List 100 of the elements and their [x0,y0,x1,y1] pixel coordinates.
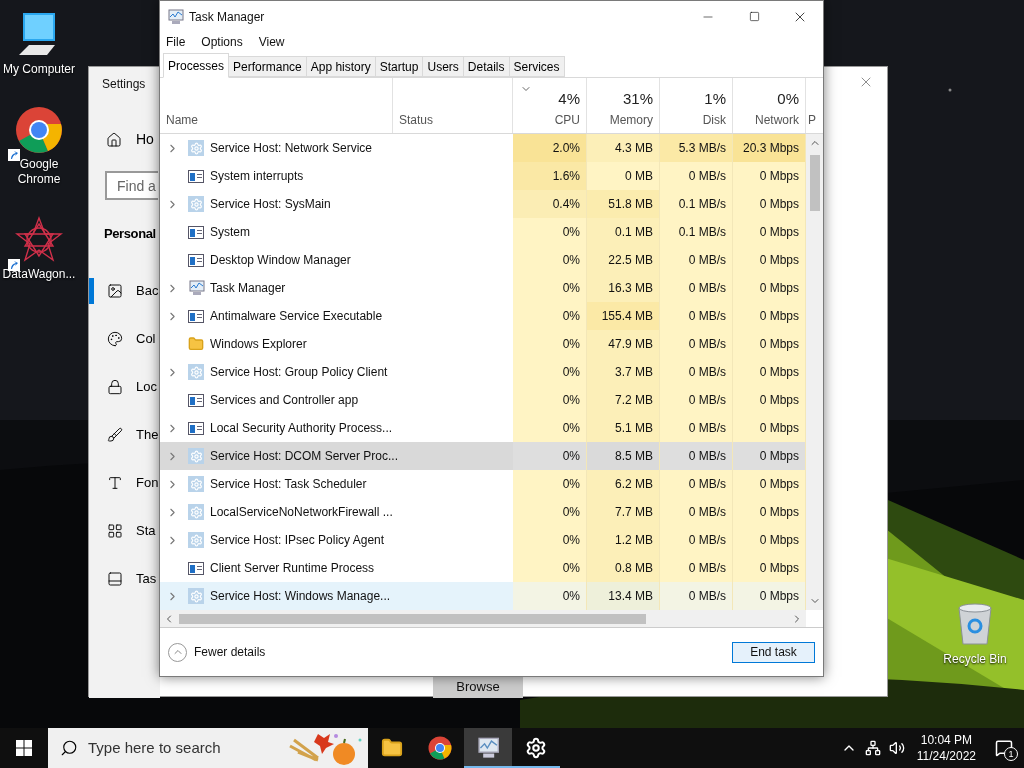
browse-button[interactable]: Browse [433,676,523,698]
letters-icon [107,475,123,491]
column-header[interactable]: Memory [609,111,653,129]
process-row[interactable]: Antimalware Service Executable 0% 155.4 MB 0 MB/s 0 Mbps [160,302,806,330]
nav-item[interactable]: Col [136,329,156,349]
monitor-chart-icon [476,737,500,759]
process-row[interactable]: System interrupts 1.6% 0 MB 0 MB/s 0 Mbps [160,162,806,190]
usage-cell: 6.2 MB [587,470,660,498]
process-row[interactable]: Services and Controller app 0% 7.2 MB 0 MB/s 0 Mbps [160,386,806,414]
end-task-button[interactable]: End task [732,641,815,663]
column-header[interactable]: Network [755,111,799,129]
tab[interactable]: App history [306,56,376,77]
column-header[interactable]: CPU [554,111,580,129]
window-icon [188,421,204,435]
windows-logo-icon [16,740,32,756]
nav-link[interactable]: Ho [136,129,154,150]
column-header[interactable]: Name [166,111,386,129]
usage-cell: 5.3 MB/s [660,134,733,162]
process-name: Windows Explorer [210,336,307,353]
horizontal-scrollbar[interactable] [160,610,806,627]
gear-icon [188,588,204,604]
search-box[interactable]: Type here to search [48,728,368,768]
usage-cell: 20.3 Mbps [733,134,806,162]
usage-cell: 0% [513,218,587,246]
palette-icon [107,331,123,347]
nav-item[interactable]: Tas [136,569,157,589]
menu-item[interactable]: Options [201,33,243,51]
tab[interactable]: Startup [375,56,424,77]
process-row[interactable]: Service Host: Network Service 2.0% 4.3 MB 5.3 MB/s 20.3 Mbps [160,134,806,162]
process-row[interactable]: Service Host: DCOM Server Proc... 0% 8.5 MB 0 MB/s 0 Mbps [160,442,806,470]
volume-icon[interactable] [888,740,905,756]
tab[interactable]: Details [463,56,510,77]
nav-item[interactable]: Loc [136,377,157,397]
process-row[interactable]: Service Host: IPsec Policy Agent 0% 1.2 MB 0 MB/s 0 Mbps [160,526,806,554]
process-name: Service Host: IPsec Policy Agent [210,532,385,549]
scroll-thumb[interactable] [809,155,820,211]
vertical-scrollbar[interactable] [806,134,823,610]
desktop-icon-label[interactable]: Google Chrome [0,157,78,187]
home-icon[interactable] [106,131,122,148]
search-field[interactable]: Find a [105,171,158,200]
tab[interactable]: Users [423,56,464,77]
process-row[interactable]: LocalServiceNoNetworkFirewall ... 0% 7.7 MB 0 MB/s 0 Mbps [160,498,806,526]
column-usage: 1% [704,90,726,108]
process-row[interactable]: System 0% 0.1 MB 0.1 MB/s 0 Mbps [160,218,806,246]
usage-cell: 0 MB/s [660,274,733,302]
usage-cell: 0% [513,246,587,274]
window-icon [188,561,204,575]
process-row[interactable]: Service Host: Task Scheduler 0% 6.2 MB 0 MB/s 0 Mbps [160,470,806,498]
column-header[interactable]: Disk [702,111,726,129]
process-row[interactable]: Local Security Authority Process... 0% 5.1 MB 0 MB/s 0 Mbps [160,414,806,442]
usage-cell: 0 MB/s [660,442,733,470]
tab[interactable]: Processes [163,53,230,78]
nav-item[interactable]: The [136,425,159,445]
folder-icon [381,737,403,759]
process-row[interactable]: Service Host: Windows Manage... 0% 13.4 MB 0 MB/s 0 Mbps [160,582,806,610]
usage-cell: 0 MB/s [660,386,733,414]
fewer-details-link[interactable]: Fewer details [194,643,266,661]
gear-icon [188,532,204,548]
notifications-icon[interactable] [995,739,1013,757]
usage-cell: 5.1 MB [587,414,660,442]
process-name: System [210,224,250,241]
process-row[interactable]: Task Manager 0% 16.3 MB 0 MB/s 0 Mbps [160,274,806,302]
process-row[interactable]: Windows Explorer 0% 47.9 MB 0 MB/s 0 Mbps [160,330,806,358]
menu-item[interactable]: View [258,33,285,51]
process-row[interactable]: Service Host: SysMain 0.4% 51.8 MB 0.1 MB/s 0 Mbps [160,190,806,218]
desktop-icon-label[interactable]: DataWagon... [2,267,76,282]
process-name: Client Server Runtime Process [210,560,375,577]
network-icon[interactable] [864,740,881,756]
maximize-icon[interactable] [748,11,760,22]
nav-item[interactable]: Fon [136,473,159,493]
monitor-chart-icon [167,8,184,25]
menu-item[interactable]: File [166,33,186,51]
window-title: Settings [102,76,146,93]
chrome-icon [15,106,63,154]
process-row[interactable]: Client Server Runtime Process 0% 0.8 MB 0 MB/s 0 Mbps [160,554,806,582]
usage-cell: 0 Mbps [733,386,806,414]
star-pattern-icon[interactable] [15,216,63,264]
process-row[interactable]: Desktop Window Manager 0% 22.5 MB 0 MB/s 0 Mbps [160,246,806,274]
usage-cell: 0.1 MB [587,218,660,246]
tab[interactable]: Performance [229,56,307,77]
process-row[interactable]: Service Host: Group Policy Client 0% 3.7 MB 0 MB/s 0 Mbps [160,358,806,386]
column-header[interactable]: P [808,111,821,129]
desktop-icon-label[interactable]: My Computer [3,62,75,77]
usage-cell: 0 Mbps [733,190,806,218]
nav-item[interactable]: Bac [136,281,159,301]
recycle-bin-icon[interactable] [955,602,995,646]
tab[interactable]: Services [509,56,565,77]
gear-icon [188,364,204,380]
usage-cell: 0 MB/s [660,414,733,442]
clock[interactable]: 10:04 PM 11/24/2022 [916,732,976,764]
search-field[interactable]: Type here to search [88,736,278,760]
usage-cell: 2.0% [513,134,587,162]
column-header[interactable]: Status [399,111,506,129]
usage-cell: 0 MB/s [660,246,733,274]
nav-item[interactable]: Sta [136,521,156,541]
taskbar-app-button[interactable] [464,728,512,768]
scroll-thumb[interactable] [179,613,646,624]
process-name: Task Manager [210,280,286,297]
usage-cell: 0% [513,526,587,554]
usage-cell: 0 Mbps [733,470,806,498]
